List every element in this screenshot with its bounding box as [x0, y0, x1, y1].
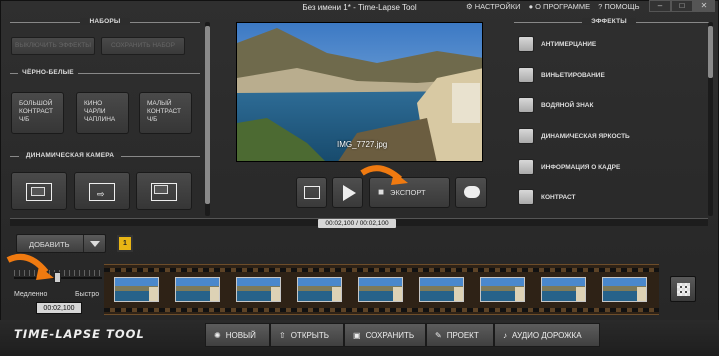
checkbox[interactable]: [518, 189, 534, 205]
save-button[interactable]: ▣ СОХРАНИТЬ: [344, 323, 426, 347]
effect-dynamic-brightness[interactable]: ДИНАМИЧЕСКАЯ ЯРКОСТЬ: [518, 128, 630, 144]
checkbox[interactable]: [518, 128, 534, 144]
open-button[interactable]: ⇧ ОТКРЫТЬ: [270, 323, 344, 347]
camera-zoom-out-button[interactable]: [11, 172, 67, 210]
scroll-thumb[interactable]: [708, 26, 713, 78]
chaplin-movie-button[interactable]: КИНО ЧАРЛИ ЧАПЛИНА: [76, 92, 129, 134]
camera-zoom-in-button[interactable]: [136, 172, 192, 210]
zoom-out-icon: [31, 187, 45, 196]
camera-heading: ДИНАМИЧЕСКАЯ КАМЕРА: [19, 152, 121, 159]
frame-thumbnail[interactable]: [297, 277, 342, 302]
effect-frame-info[interactable]: ИНФОРМАЦИЯ О КАДРЕ: [518, 159, 620, 175]
hint-arrow-export: [360, 165, 408, 185]
frame-thumbnail[interactable]: [175, 277, 220, 302]
film-holes: [104, 308, 659, 312]
film-holes: [104, 268, 659, 272]
presets-heading: НАБОРЫ: [80, 18, 130, 25]
zoom-in-icon: [154, 185, 168, 194]
upload-button[interactable]: [455, 177, 487, 208]
crop-button[interactable]: [296, 177, 327, 208]
disk-icon: ▣: [353, 330, 361, 340]
title-bar: Без имени 1* - Time-Lapse Tool ⚙ НАСТРОЙК…: [0, 0, 719, 14]
gear-icon: ⚙: [466, 2, 473, 11]
user-icon: ●: [528, 2, 534, 11]
effects-heading: ЭФФЕКТЫ: [582, 18, 636, 25]
header-links: ⚙ НАСТРОЙКИ ● О ПРОГРАММЕ ? ПОМОЩЬ: [466, 2, 640, 11]
scroll-thumb[interactable]: [205, 26, 210, 204]
frame-count-badge: 1: [117, 235, 133, 252]
effect-vignette[interactable]: ВИНЬЕТИРОВАНИЕ: [518, 67, 605, 83]
frame-thumbnail[interactable]: [480, 277, 525, 302]
low-contrast-bw-button[interactable]: МАЛЫЙ КОНТРАСТ Ч/Б: [139, 92, 192, 134]
fast-label: Быстро: [75, 291, 100, 298]
checkbox[interactable]: [518, 97, 534, 113]
divider: [83, 235, 84, 252]
checkbox[interactable]: [518, 159, 534, 175]
time-readout: 00:02,100 / 00:02,100: [318, 219, 396, 228]
wrench-icon: ✎: [435, 330, 442, 340]
high-contrast-bw-button[interactable]: БОЛЬШОЙ КОНТРАСТ Ч/Б: [11, 92, 64, 134]
cloud-upload-icon: [464, 186, 480, 198]
slow-label: Медленно: [14, 291, 48, 298]
hint-arrow-speed: [6, 254, 54, 280]
disable-effects-button[interactable]: ВЫКЛЮЧИТЬ ЭФФЕКТЫ: [11, 37, 95, 55]
chevron-down-icon[interactable]: [90, 241, 100, 247]
frame-thumbnail[interactable]: [114, 277, 159, 302]
music-note-icon: ♪: [503, 330, 507, 340]
preview-image: IMG_7727.jpg: [236, 22, 483, 162]
effect-deflicker[interactable]: АНТИМЕРЦАНИЕ: [518, 36, 596, 52]
grid-icon: [677, 283, 690, 296]
play-icon: [343, 185, 356, 201]
checkbox[interactable]: [518, 36, 534, 52]
maximize-button[interactable]: □: [671, 0, 693, 12]
left-scrollbar[interactable]: [205, 22, 210, 216]
frame-thumbnail[interactable]: [419, 277, 464, 302]
effect-contrast[interactable]: КОНТРАСТ: [518, 189, 576, 205]
preview-filename: IMG_7727.jpg: [337, 140, 388, 149]
duration-field[interactable]: 00:02,100: [36, 302, 82, 314]
new-button[interactable]: ✺ НОВЫЙ: [205, 323, 270, 347]
effect-watermark[interactable]: ВОДЯНОЙ ЗНАК: [518, 97, 593, 113]
help-link[interactable]: ? ПОМОЩЬ: [598, 2, 639, 11]
filmstrip[interactable]: [104, 264, 659, 315]
project-button[interactable]: ✎ ПРОЕКТ: [426, 323, 494, 347]
add-button[interactable]: ДОБАВИТЬ: [16, 234, 106, 253]
settings-link[interactable]: ⚙ НАСТРОЙКИ: [466, 2, 521, 11]
help-icon: ?: [598, 2, 603, 11]
frame-thumbnail[interactable]: [358, 277, 403, 302]
save-preset-button[interactable]: СОХРАНИТЬ НАБОР: [101, 37, 185, 55]
frame-thumbnail[interactable]: [541, 277, 586, 302]
checkbox[interactable]: [518, 67, 534, 83]
minimize-button[interactable]: –: [649, 0, 671, 12]
app-logo: TIME-LAPSE TOOL: [14, 327, 145, 341]
upload-icon: ⇧: [279, 330, 286, 340]
frame-thumbnail[interactable]: [602, 277, 647, 302]
window-controls: – □ ✕: [649, 0, 715, 12]
close-button[interactable]: ✕: [693, 0, 715, 12]
sparkle-icon: ✺: [214, 330, 221, 340]
bw-heading: ЧЁРНО-БЕЛЫЕ: [18, 69, 78, 76]
effects-scrollbar[interactable]: [708, 22, 713, 216]
camera-pan-button[interactable]: ⇨: [74, 172, 130, 210]
frame-thumbnail[interactable]: [236, 277, 281, 302]
audio-track-button[interactable]: ♪ АУДИО ДОРОЖКА: [494, 323, 600, 347]
arrow-right-icon: ⇨: [97, 189, 105, 199]
grid-view-button[interactable]: [670, 276, 696, 302]
crop-icon: [304, 186, 320, 199]
about-link[interactable]: ● О ПРОГРАММЕ: [529, 2, 591, 11]
